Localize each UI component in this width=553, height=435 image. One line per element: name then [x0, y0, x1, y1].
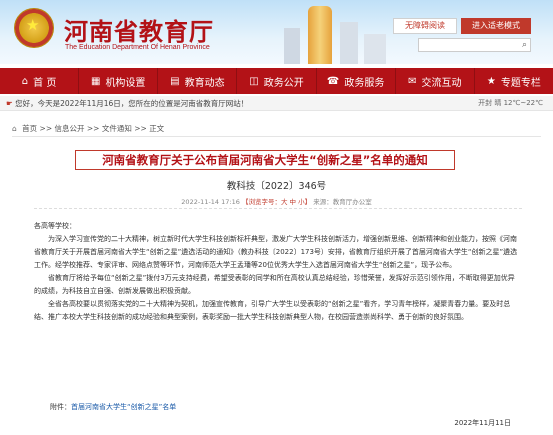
breadcrumb-separator: >>	[39, 124, 55, 133]
font-medium-button[interactable]: 中	[290, 198, 297, 206]
home-icon: ⌂	[21, 75, 29, 87]
nav-item-topics[interactable]: ★ 专题专栏	[475, 68, 553, 94]
building-illustration	[284, 28, 300, 64]
search-input[interactable]: ⌕	[418, 38, 531, 52]
accessibility-button[interactable]: 无障碍阅读	[393, 18, 457, 34]
nav-item-interaction[interactable]: ✉ 交流互动	[396, 68, 475, 94]
publish-date: 2022-11-14 17:16	[181, 198, 240, 206]
notice-icon: ☛	[6, 99, 13, 108]
article-meta: 2022-11-14 17:16 【浏览字号：大 中 小】 来源：教育厅办公室	[0, 196, 553, 206]
breadcrumb-info[interactable]: 信息公开	[55, 124, 85, 133]
breadcrumb-current: 正文	[149, 124, 165, 133]
paragraph-1: 为深入学习宣传党的二十大精神，树立新时代大学生科技创新标杆典型，激发广大学生科技…	[34, 235, 518, 269]
nav-label: 政务公开	[263, 77, 304, 89]
attachment: 附件：首届河南省大学生“创新之星”名单	[50, 402, 176, 412]
font-size-label: 【浏览字号：	[241, 198, 281, 206]
welcome-text: 您好，今天是2022年11月16日，您所在的位置是河南省教育厅网站！	[15, 99, 249, 108]
nav-item-government[interactable]: ◫ 政务公开	[237, 68, 317, 94]
welcome-bar: ☛ 您好，今天是2022年11月16日，您所在的位置是河南省教育厅网站！ 开封 …	[0, 96, 553, 111]
nav-label: 政务服务	[344, 77, 385, 89]
nav-item-news[interactable]: ▤ 教育动态	[158, 68, 238, 94]
attachment-link[interactable]: 首届河南省大学生“创新之星”名单	[71, 403, 176, 411]
service-icon: ☎	[326, 75, 340, 87]
paragraph-2: 省教育厅将给予每位“创新之星”拨付3万元支持经费，希望受表彰的同学和所在高校认真…	[34, 274, 515, 295]
article-body: 各高等学校： 为深入学习宣传党的二十大精神，树立新时代大学生科技创新标杆典型，激…	[34, 220, 520, 324]
interaction-icon: ✉	[408, 75, 417, 87]
site-title[interactable]: 河南省教育厅	[64, 12, 214, 47]
nav-item-home[interactable]: ⌂ 首 页	[0, 68, 80, 94]
nav-item-institution[interactable]: ▦ 机构设置	[79, 68, 159, 94]
building-illustration	[364, 34, 386, 64]
salutation: 各高等学校：	[34, 222, 76, 230]
paragraph-3: 全省各高校要以贯彻落实党的二十大精神为契机，加强宣传教育，引导广大学生以受表彰的…	[34, 300, 511, 321]
site-subtitle: The Education Department Of Henan Provin…	[65, 44, 210, 51]
breadcrumb: ⌂ 首页 >> 信息公开 >> 文件通知 >> 正文	[12, 123, 164, 134]
institution-icon: ▦	[90, 75, 101, 87]
national-emblem-icon: ★	[14, 8, 54, 48]
nav-label: 专题专栏	[500, 77, 541, 89]
tower-illustration	[308, 6, 332, 64]
attachment-label: 附件：	[50, 403, 71, 411]
breadcrumb-home[interactable]: 首页	[22, 124, 37, 133]
location-icon: ⌂	[12, 124, 17, 133]
document-number: 教科技〔2022〕346号	[226, 181, 327, 192]
nav-label: 首 页	[33, 77, 57, 89]
header-banner: ★ 河南省教育厅 The Education Department Of Hen…	[0, 0, 553, 64]
nav-label: 机构设置	[105, 77, 146, 89]
topics-icon: ★	[486, 75, 496, 87]
search-icon[interactable]: ⌕	[522, 39, 527, 52]
font-size-end: 】	[304, 198, 312, 206]
breadcrumb-notices[interactable]: 文件通知	[102, 124, 132, 133]
main-nav: ⌂ 首 页 ▦ 机构设置 ▤ 教育动态 ◫ 政务公开 ☎ 政务服务 ✉ 交流互动 ★ 专题专栏	[0, 68, 553, 94]
weather-text: 开封 晴 12℃~22℃	[478, 99, 543, 107]
government-icon: ◫	[249, 75, 259, 87]
news-icon: ▤	[170, 75, 180, 87]
nav-label: 教育动态	[184, 77, 225, 89]
font-large-button[interactable]: 大	[281, 198, 288, 206]
breadcrumb-separator: >>	[134, 124, 150, 133]
breadcrumb-separator: >>	[86, 124, 102, 133]
signature-date: 2022年11月11日	[454, 419, 511, 427]
elder-mode-button[interactable]: 进入适老模式	[461, 18, 531, 34]
nav-item-service[interactable]: ☎ 政务服务	[317, 68, 396, 94]
building-illustration	[340, 22, 358, 64]
nav-label: 交流互动	[421, 77, 462, 89]
article-source: 来源：教育厅办公室	[313, 198, 372, 206]
divider	[34, 208, 522, 209]
article-title: 河南省教育厅关于公布首届河南省大学生“创新之星”名单的通知	[75, 150, 455, 170]
